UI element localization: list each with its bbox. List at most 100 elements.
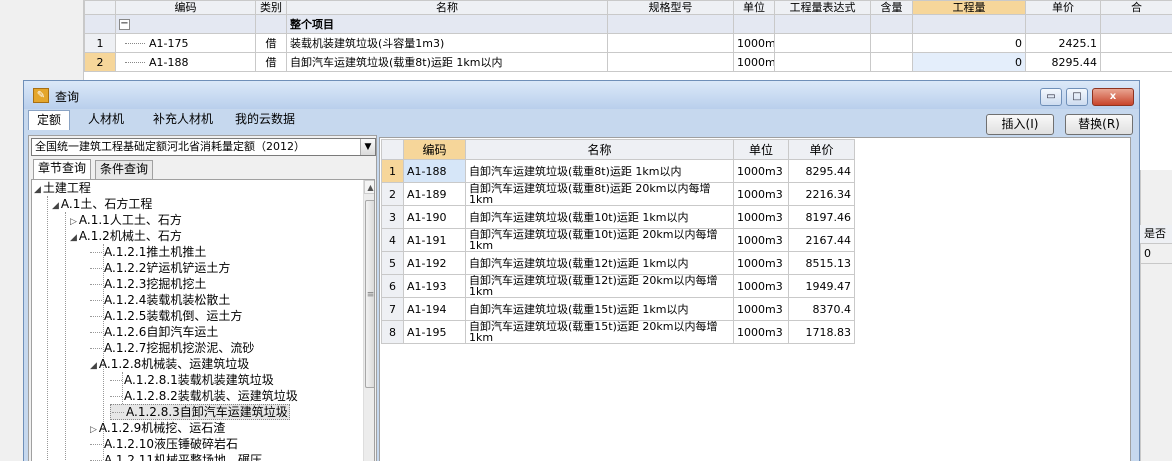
header-quantity[interactable]: 工程量 [912,0,1026,15]
cell-code[interactable]: A1-190 [403,205,466,229]
collapsed-icon[interactable]: ▷ [70,217,77,227]
table-row[interactable]: 7 A1-194 自卸汽车运建筑垃圾(载重15t)运距 1km以内 1000m3… [381,297,855,321]
tab-condition-query[interactable]: 条件查询 [95,160,154,179]
tree-node[interactable]: ◢ 土建工程 [34,180,91,196]
cell-unit[interactable]: 1000m3 [733,320,789,344]
replace-button[interactable]: 替换(R) [1065,114,1133,135]
close-button[interactable]: x [1092,88,1134,106]
insert-button[interactable]: 插入(I) [986,114,1054,135]
scroll-thumb[interactable]: ≡ [365,200,374,388]
tab-chapter-query[interactable]: 章节查询 [33,159,92,179]
cell-name[interactable]: 自卸汽车运建筑垃圾(载重10t)运距 20km以内每增1km [465,228,734,252]
tree-node[interactable]: A.1.2.10液压锤破碎岩石 [90,436,238,452]
cell-code[interactable]: A1-175 [115,33,256,53]
tree-node[interactable]: A.1.2.5装载机倒、运土方 [90,308,242,324]
header-name[interactable]: 名称 [286,0,608,15]
cell-unit[interactable]: 1000m3 [733,297,789,321]
row-number[interactable]: 1 [381,159,404,183]
row-number[interactable]: 3 [381,205,404,229]
cell-type[interactable]: 借 [255,33,287,53]
cell-unit[interactable]: 1000m3 [733,205,789,229]
results-header-unit[interactable]: 单位 [733,139,789,160]
dialog-titlebar[interactable]: ✎ 查询 ▭ □ x [24,81,1139,109]
tree-node[interactable]: ▷ A.1.2.9机械挖、运石渣 [90,420,225,436]
cell-expression[interactable] [774,52,871,72]
quota-library-select[interactable]: 全国统一建筑工程基础定额河北省消耗量定额（2012） ▼ [31,138,376,156]
cell-unit[interactable]: 1000m3 [733,159,789,183]
cell-expression[interactable] [774,33,871,53]
cell-name[interactable]: 自卸汽车运建筑垃圾(载重12t)运距 1km以内 [465,251,734,275]
tree-node[interactable]: ◢ A.1.2机械土、石方 [70,228,182,244]
header-code[interactable]: 编码 [115,0,256,15]
header-extra[interactable]: 合 [1100,0,1172,15]
header-spec[interactable]: 规格型号 [607,0,734,15]
tree-node[interactable]: A.1.2.2铲运机铲运土方 [90,260,230,276]
cell-name[interactable]: 装载机装建筑垃圾(斗容量1m3) [286,33,608,53]
cell-price[interactable]: 8295.44 [1025,52,1101,72]
expanded-icon[interactable]: ◢ [34,185,41,195]
cell-code[interactable]: A1-193 [403,274,466,298]
cell-code[interactable]: A1-195 [403,320,466,344]
expanded-icon[interactable]: ◢ [70,233,77,243]
cell-code[interactable]: A1-192 [403,251,466,275]
row-number[interactable]: 7 [381,297,404,321]
expanded-icon[interactable]: ◢ [52,201,59,211]
group-row[interactable]: − 整个项目 [84,14,1172,34]
results-header-code[interactable]: 编码 [403,139,466,160]
cell-code[interactable]: A1-188 [115,52,256,72]
cell-name[interactable]: 自卸汽车运建筑垃圾(载重8t)运距 1km以内 [465,159,734,183]
header-type[interactable]: 类别 [255,0,287,15]
cell-quantity[interactable]: 0 [912,33,1026,53]
cell-name[interactable]: 自卸汽车运建筑垃圾(载重10t)运距 1km以内 [465,205,734,229]
cell-price[interactable]: 2216.34 [788,182,855,206]
tree-node-selected[interactable]: A.1.2.8.3自卸汽车运建筑垃圾 [110,404,290,420]
cell-name[interactable]: 自卸汽车运建筑垃圾(载重15t)运距 20km以内每增1km [465,320,734,344]
cell-name[interactable]: 自卸汽车运建筑垃圾(载重8t)运距 20km以内每增1km [465,182,734,206]
cell-price[interactable]: 1949.47 [788,274,855,298]
cell-unit[interactable]: 1000m3 [733,33,775,53]
table-row[interactable]: 2 A1-188 借 自卸汽车运建筑垃圾(载重8t)运距 1km以内 1000m… [84,52,1172,72]
cell-price[interactable]: 8197.46 [788,205,855,229]
cell-code[interactable]: A1-191 [403,228,466,252]
cell-name[interactable]: 自卸汽车运建筑垃圾(载重15t)运距 1km以内 [465,297,734,321]
row-number[interactable]: 5 [381,251,404,275]
header-price[interactable]: 单价 [1025,0,1101,15]
table-row[interactable]: 1 A1-188 自卸汽车运建筑垃圾(载重8t)运距 1km以内 1000m3 … [381,159,855,183]
chapter-tree[interactable]: ◢ 土建工程 ◢ A.1土、石方工程 ▷ A.1.1人工土、石方 ◢ A.1.2机械土、… [31,179,375,461]
tree-node[interactable]: ◢ A.1.2.8机械装、运建筑垃圾 [90,356,249,372]
cell-price[interactable]: 8515.13 [788,251,855,275]
table-row[interactable]: 8 A1-195 自卸汽车运建筑垃圾(载重15t)运距 20km以内每增1km … [381,320,855,344]
tab-cloud-data[interactable]: 我的云数据 [228,110,302,130]
tab-quota[interactable]: 定额 [28,110,70,130]
tree-node[interactable]: ▷ A.1.1人工土、石方 [70,212,182,228]
tab-labor-material-machine[interactable]: 人材机 [78,110,134,130]
cell-quantity[interactable]: 0 [912,52,1026,72]
tree-node[interactable]: A.1.2.8.1装载机装建筑垃圾 [110,372,274,388]
tree-node[interactable]: A.1.2.8.2装载机装、运建筑垃圾 [110,388,298,404]
cell-price[interactable]: 1718.83 [788,320,855,344]
cell-price[interactable]: 8295.44 [788,159,855,183]
expanded-icon[interactable]: ◢ [90,361,97,371]
row-number[interactable]: 8 [381,320,404,344]
cell-code[interactable]: A1-188 [403,159,466,183]
header-content[interactable]: 含量 [870,0,913,15]
cell-price[interactable]: 2425.1 [1025,33,1101,53]
table-row[interactable]: 3 A1-190 自卸汽车运建筑垃圾(载重10t)运距 1km以内 1000m3… [381,205,855,229]
table-row[interactable]: 4 A1-191 自卸汽车运建筑垃圾(载重10t)运距 20km以内每增1km … [381,228,855,252]
table-row[interactable]: 2 A1-189 自卸汽车运建筑垃圾(载重8t)运距 20km以内每增1km 1… [381,182,855,206]
cell-type[interactable]: 借 [255,52,287,72]
tree-node[interactable]: A.1.2.1推土机推土 [90,244,206,260]
tree-node[interactable]: A.1.2.3挖掘机挖土 [90,276,206,292]
scroll-up-icon[interactable]: ▲ [364,180,374,194]
table-row[interactable]: 5 A1-192 自卸汽车运建筑垃圾(载重12t)运距 1km以内 1000m3… [381,251,855,275]
dropdown-arrow-icon[interactable]: ▼ [360,139,375,155]
row-number[interactable]: 4 [381,228,404,252]
cell-content[interactable] [870,33,913,53]
tree-node[interactable]: A.1.2.7挖掘机挖淤泥、流砂 [90,340,254,356]
row-number[interactable]: 6 [381,274,404,298]
cell-code[interactable]: A1-189 [403,182,466,206]
maximize-button[interactable]: □ [1066,88,1088,106]
cell-spec[interactable] [607,52,734,72]
cell-price[interactable]: 8370.4 [788,297,855,321]
tree-node[interactable]: A.1.2.4装载机装松散土 [90,292,230,308]
